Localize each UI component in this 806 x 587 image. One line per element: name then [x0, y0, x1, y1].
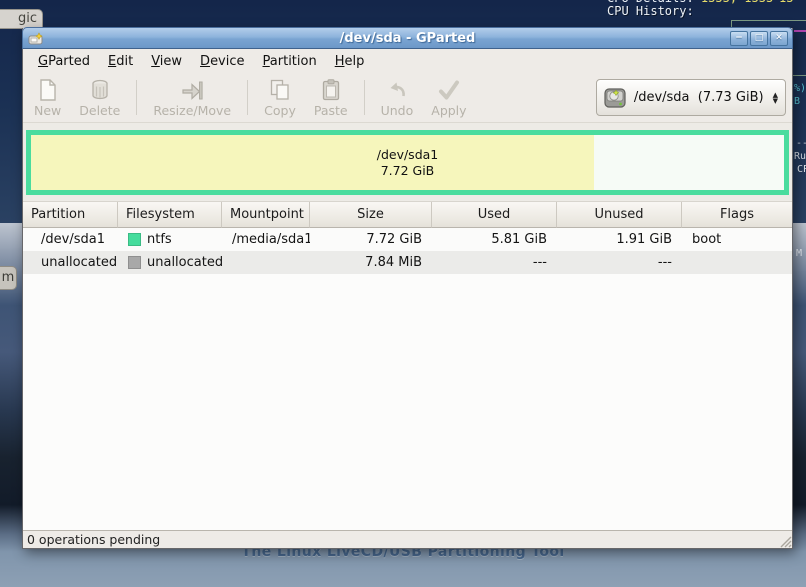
- paste-icon: [319, 78, 343, 102]
- apply-button[interactable]: Apply: [422, 75, 475, 120]
- close-button[interactable]: ✕: [770, 31, 788, 46]
- cpu-corner-fragment: 13: [779, 0, 793, 5]
- partition-visual-panel: /dev/sda1 7.72 GiB: [23, 123, 792, 202]
- new-document-icon: [37, 78, 59, 102]
- menu-help[interactable]: Help: [326, 51, 374, 72]
- toolbar-separator: [364, 80, 365, 115]
- cell-unused: 1.91 GiB: [557, 228, 682, 251]
- cell-used: ---: [432, 251, 557, 274]
- undo-button[interactable]: Undo: [372, 75, 423, 120]
- new-button[interactable]: New: [25, 75, 70, 120]
- cpu-details-values: 1333, 1333: [694, 0, 773, 5]
- edge-text-fragment: %): [794, 83, 806, 94]
- partition-table-header: Partition Filesystem Mountpoint Size Use…: [23, 202, 792, 228]
- menu-view[interactable]: View: [142, 51, 191, 72]
- partition-block-size: 7.72 GiB: [31, 163, 784, 179]
- menu-edit[interactable]: Edit: [99, 51, 142, 72]
- cell-mountpoint: /media/sda1: [222, 228, 310, 251]
- toolbar-separator: [136, 80, 137, 115]
- window-title: /dev/sda - GParted: [23, 28, 792, 49]
- undo-icon: [385, 78, 409, 102]
- edge-text-fragment: Run: [794, 151, 806, 162]
- cell-mountpoint: [222, 251, 310, 274]
- minimize-button[interactable]: −: [730, 31, 748, 46]
- desktop: { "colors": { "titlebar_blue": "#7aa4d2"…: [0, 0, 806, 587]
- apply-checkmark-icon: [436, 78, 462, 102]
- device-selector[interactable]: /dev/sda (7.73 GiB) ▲▼: [596, 79, 786, 116]
- resize-move-icon: [180, 78, 204, 102]
- cell-flags: [682, 251, 792, 274]
- column-header-partition[interactable]: Partition: [23, 202, 118, 228]
- delete-icon: [88, 78, 112, 102]
- column-header-unused[interactable]: Unused: [557, 202, 682, 228]
- cell-partition: /dev/sda1: [23, 228, 118, 251]
- edge-text-fragment: M: [796, 248, 802, 259]
- ntfs-color-swatch: [128, 233, 141, 246]
- column-header-filesystem[interactable]: Filesystem: [118, 202, 222, 228]
- menu-gparted[interactable]: GParted: [29, 51, 99, 72]
- edge-text-fragment: --: [796, 138, 806, 149]
- menu-partition[interactable]: Partition: [254, 51, 326, 72]
- delete-button[interactable]: Delete: [70, 75, 129, 120]
- graph-line-fragment: [794, 30, 806, 32]
- statusbar: 0 operations pending: [23, 530, 792, 548]
- toolbar-separator: [247, 80, 248, 115]
- table-row-unallocated[interactable]: unallocated unallocated 7.84 MiB --- ---: [23, 251, 792, 274]
- column-header-size[interactable]: Size: [310, 202, 432, 228]
- cell-partition: unallocated: [23, 251, 118, 274]
- partition-sda1-block[interactable]: /dev/sda1 7.72 GiB: [26, 130, 789, 195]
- resize-move-button[interactable]: Resize/Move: [144, 75, 240, 120]
- column-header-used[interactable]: Used: [432, 202, 557, 228]
- cell-unused: ---: [557, 251, 682, 274]
- maximize-button[interactable]: □: [750, 31, 768, 46]
- copy-button[interactable]: Copy: [255, 75, 305, 120]
- table-empty-area: [23, 274, 792, 530]
- column-header-mountpoint[interactable]: Mountpoint: [222, 202, 310, 228]
- partition-block-device: /dev/sda1: [31, 147, 784, 163]
- edge-text-fragment: CP: [797, 164, 806, 175]
- menubar: GParted Edit View Device Partition Help: [23, 49, 792, 73]
- window-titlebar[interactable]: /dev/sda - GParted − □ ✕: [22, 27, 793, 49]
- column-header-flags[interactable]: Flags: [682, 202, 792, 228]
- cpu-history-label: CPU History:: [607, 4, 694, 18]
- cell-used: 5.81 GiB: [432, 228, 557, 251]
- unallocated-color-swatch: [128, 256, 141, 269]
- toolbar: New Delete Resize/Move Copy: [23, 73, 792, 123]
- hard-drive-icon: [603, 86, 627, 110]
- paste-button[interactable]: Paste: [305, 75, 357, 120]
- operations-pending-text: 0 operations pending: [27, 532, 160, 547]
- table-row-sda1[interactable]: /dev/sda1 ntfs /media/sda1 7.72 GiB 5.81…: [23, 228, 792, 251]
- cell-flags: boot: [682, 228, 792, 251]
- cell-filesystem: ntfs: [118, 228, 222, 251]
- menu-device[interactable]: Device: [191, 51, 253, 72]
- resize-grip[interactable]: [777, 533, 792, 548]
- device-selector-value: /dev/sda (7.73 GiB): [634, 90, 764, 105]
- cell-filesystem: unallocated: [118, 251, 222, 274]
- copy-icon: [268, 78, 292, 102]
- background-side-tab[interactable]: m: [0, 266, 17, 290]
- background-window-tab-magic[interactable]: gic: [0, 9, 43, 29]
- partition-block-label: /dev/sda1 7.72 GiB: [31, 147, 784, 179]
- gparted-window: /dev/sda - GParted − □ ✕ GParted Edit Vi…: [22, 28, 793, 549]
- cell-size: 7.84 MiB: [310, 251, 432, 274]
- cell-size: 7.72 GiB: [310, 228, 432, 251]
- edge-text-fragment: B: [794, 96, 800, 107]
- spinner-arrows-icon: ▲▼: [771, 92, 778, 104]
